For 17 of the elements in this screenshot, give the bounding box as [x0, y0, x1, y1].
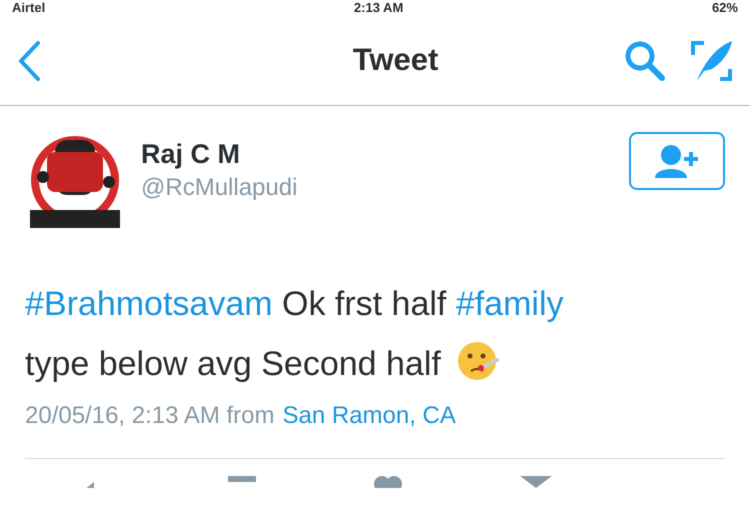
hashtag-link[interactable]: #family	[456, 285, 564, 323]
follow-button[interactable]	[629, 132, 725, 190]
carrier-text: Airtel	[12, 0, 46, 16]
page-title: Tweet	[352, 41, 438, 80]
user-name: Raj C M	[141, 138, 242, 170]
clock-text: 2:13 AM	[354, 0, 404, 16]
battery-text: 62%	[712, 0, 738, 16]
tweet-text: #Brahmotsavam Ok frst half #family type below avg Second half	[24, 284, 565, 385]
compose-icon[interactable]	[690, 38, 734, 82]
sick-emoji-icon	[456, 341, 499, 381]
location-link[interactable]: San Ramon, CA	[282, 398, 456, 434]
tweet-timestamp: 20/05/16, 2:13 AM from	[25, 401, 274, 431]
search-icon[interactable]	[624, 40, 666, 82]
back-button[interactable]	[16, 38, 42, 82]
add-user-icon	[653, 144, 701, 178]
user-handle: @RcMullapudi	[141, 173, 298, 204]
hashtag-link[interactable]: #Brahmotsavam	[25, 285, 273, 323]
